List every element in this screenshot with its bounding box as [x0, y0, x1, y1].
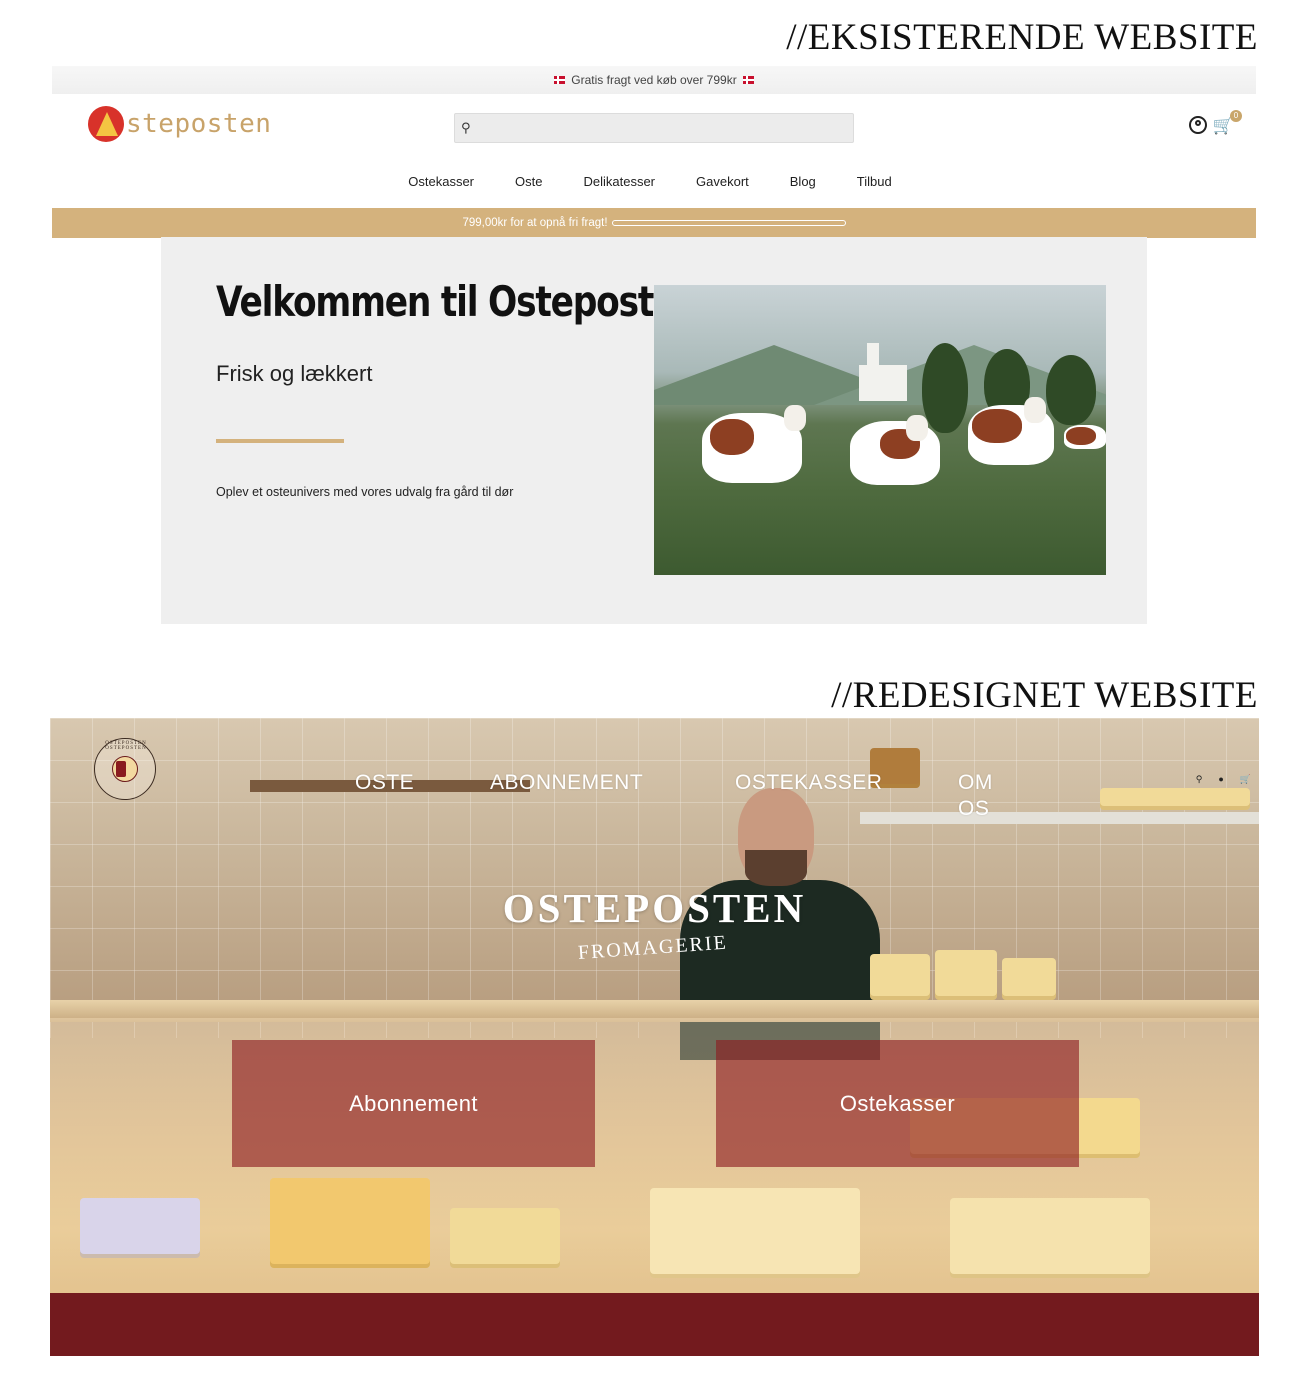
- cheese-block-shape: [450, 1208, 560, 1268]
- logo-ring-text: OSTEPOSTEN OSTEPOSTEN: [105, 741, 147, 751]
- nav-item-oste[interactable]: OSTE: [355, 770, 414, 796]
- cheese-wheel-shape: [1100, 788, 1250, 810]
- brand-wordmark: OSTEPOSTEN: [502, 885, 807, 931]
- tree-shape: [922, 343, 968, 433]
- redesign-header-icons: ⚲ ● 🛒: [1196, 774, 1251, 785]
- search-icon[interactable]: ⚲: [461, 120, 471, 136]
- nav-item-delikatesser[interactable]: Delikatesser: [583, 174, 655, 189]
- hero-section: Velkommen til Osteposten Frisk og lækker…: [161, 237, 1147, 624]
- nav-item-blog[interactable]: Blog: [790, 174, 816, 189]
- cheese-block-shape: [270, 1178, 430, 1268]
- hero-subtitle: Frisk og lækkert: [216, 361, 373, 386]
- nav-item-ostekasser[interactable]: OSTEKASSER: [735, 770, 882, 796]
- cart-count-badge: 0: [1230, 109, 1242, 122]
- free-shipping-bar: 799,00kr for at opnå fri fragt!: [52, 208, 1256, 238]
- existing-website-heading: //EKSISTERENDE WEBSITE: [786, 17, 1258, 58]
- church-shape: [859, 343, 907, 401]
- main-nav: Ostekasser Oste Delikatesser Gavekort Bl…: [52, 174, 1256, 189]
- cart-icon[interactable]: 🛒: [1240, 774, 1251, 785]
- free-shipping-text: 799,00kr for at opnå fri fragt!: [462, 217, 608, 229]
- wall-shelf: [860, 812, 1259, 824]
- announcement-text: Gratis fragt ved køb over 799kr: [571, 73, 737, 87]
- tree-shape: [1046, 355, 1096, 425]
- cow-shape: [968, 397, 1054, 465]
- nav-item-ostekasser[interactable]: Ostekasser: [408, 174, 474, 189]
- danish-flag-icon: [554, 76, 566, 84]
- cheese-block-shape: [650, 1188, 860, 1278]
- existing-website-screenshot: Gratis fragt ved køb over 799kr steposte…: [52, 66, 1256, 624]
- nav-item-oste[interactable]: Oste: [515, 174, 542, 189]
- tiled-wall-background: [50, 718, 1259, 1038]
- cheese-block-shape: [80, 1198, 200, 1258]
- osteposten-round-logo[interactable]: OSTEPOSTEN OSTEPOSTEN: [94, 738, 156, 800]
- header-icons: 🛒 0: [1188, 109, 1242, 134]
- ostekasser-cta-button[interactable]: Ostekasser: [716, 1040, 1079, 1167]
- nav-item-gavekort[interactable]: Gavekort: [696, 174, 749, 189]
- cheese-block-shape: [1002, 958, 1056, 1000]
- hero-divider: [216, 439, 344, 443]
- hero-title: Velkommen til Osteposten: [216, 277, 700, 326]
- abonnement-cta-button[interactable]: Abonnement: [232, 1040, 595, 1167]
- nav-item-om-os[interactable]: OM OS: [958, 770, 998, 822]
- cart-icon[interactable]: 🛒 0: [1213, 109, 1242, 134]
- cheese-block-shape: [935, 950, 997, 1000]
- redesigned-website-screenshot: OSTEPOSTEN OSTEPOSTEN OSTE ABONNEMENT OS…: [50, 718, 1259, 1356]
- cow-shape: [1064, 425, 1106, 449]
- announcement-bar: Gratis fragt ved køb over 799kr: [52, 66, 1256, 94]
- cheese-logo-icon: [112, 756, 138, 782]
- cheese-block-shape: [870, 954, 930, 1000]
- free-shipping-progress: [611, 220, 846, 226]
- logo[interactable]: steposten: [88, 106, 271, 142]
- search-input[interactable]: [476, 120, 853, 136]
- cheese-logo-icon: [88, 106, 124, 142]
- account-icon[interactable]: ●: [1218, 774, 1223, 785]
- hero-body-text: Oplev et osteunivers med vores udvalg fr…: [216, 485, 514, 499]
- redesigned-website-heading: //REDESIGNET WEBSITE: [831, 675, 1258, 716]
- search-icon[interactable]: ⚲: [1196, 774, 1203, 785]
- account-icon[interactable]: [1188, 116, 1207, 134]
- hero-cows-image: [654, 285, 1106, 575]
- footer-band: [50, 1293, 1259, 1356]
- logo-text: steposten: [126, 109, 272, 139]
- cheese-block-shape: [950, 1198, 1150, 1278]
- danish-flag-icon: [742, 76, 754, 84]
- search-bar[interactable]: ⚲: [454, 113, 854, 143]
- cow-shape: [850, 415, 940, 485]
- cow-shape: [702, 405, 806, 483]
- nav-item-abonnement[interactable]: ABONNEMENT: [490, 770, 643, 796]
- nav-item-tilbud[interactable]: Tilbud: [857, 174, 892, 189]
